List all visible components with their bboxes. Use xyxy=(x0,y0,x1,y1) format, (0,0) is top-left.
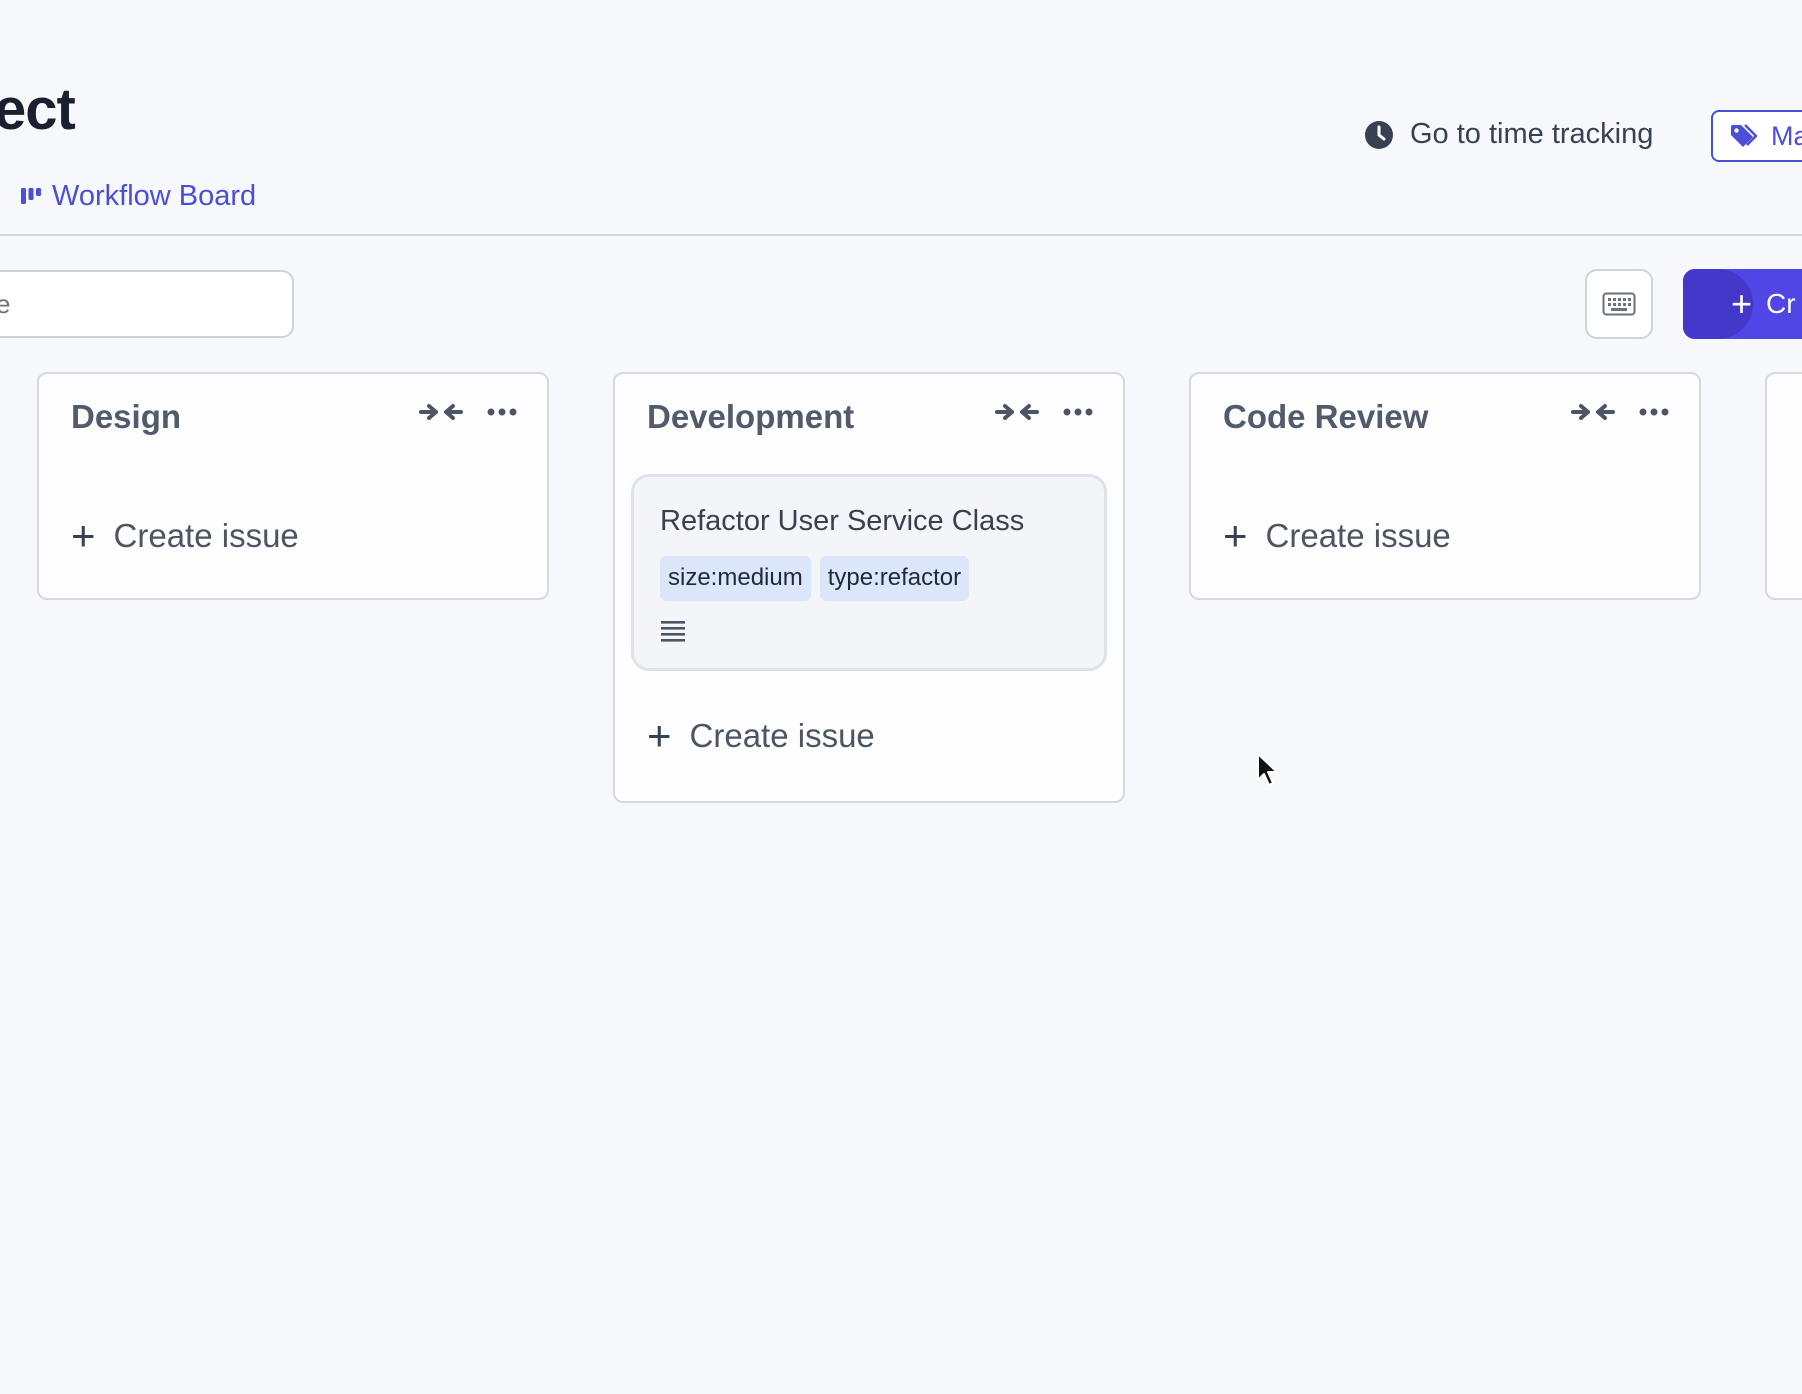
plus-icon: + xyxy=(1731,283,1753,324)
tag-badge: size:medium xyxy=(660,556,811,601)
create-button-label: Cr xyxy=(1766,288,1796,319)
board-column-partial xyxy=(1765,372,1802,600)
clock-icon xyxy=(1365,120,1393,149)
plus-icon: + xyxy=(1223,512,1248,559)
issue-tags: size:medium type:refactor xyxy=(660,556,1104,601)
column-title: Design xyxy=(71,398,182,435)
plus-icon: + xyxy=(647,711,672,759)
board-column-development: Development Refactor User Service Class … xyxy=(613,372,1125,803)
column-actions xyxy=(1571,402,1669,422)
labels-button[interactable]: Ma xyxy=(1711,110,1802,162)
collapse-column-icon[interactable] xyxy=(1571,402,1615,422)
mouse-cursor-icon xyxy=(1257,753,1278,786)
header-divider xyxy=(0,234,1802,236)
create-issue-button[interactable]: + Cr xyxy=(1683,269,1802,339)
more-options-icon[interactable] xyxy=(487,407,517,417)
column-header: Development xyxy=(615,374,1123,474)
keyboard-shortcuts-button[interactable] xyxy=(1585,269,1653,339)
issue-card[interactable]: Refactor User Service Class size:medium … xyxy=(631,474,1107,671)
keyboard-icon xyxy=(1602,292,1636,316)
labels-button-label: Ma xyxy=(1771,120,1802,151)
description-icon xyxy=(660,619,1104,650)
more-options-icon[interactable] xyxy=(1639,407,1669,417)
board-icon xyxy=(21,187,41,204)
tag-icon xyxy=(1731,124,1757,147)
search-input[interactable] xyxy=(0,270,294,338)
time-tracking-link[interactable]: Go to time tracking xyxy=(1364,118,1653,151)
plus-icon: + xyxy=(71,512,96,559)
column-header: Code Review xyxy=(1191,374,1699,474)
time-tracking-label: Go to time tracking xyxy=(1410,118,1654,150)
create-issue-link[interactable]: + Create issue xyxy=(1191,474,1699,598)
column-title: Code Review xyxy=(1223,398,1429,435)
board-column-design: Design + Create issue xyxy=(37,372,549,600)
create-issue-link[interactable]: + Create issue xyxy=(39,474,547,598)
workflow-board-page: ect Workflow Board Go to time tracking M… xyxy=(0,0,1802,1394)
tag-badge: type:refactor xyxy=(819,556,970,601)
collapse-column-icon[interactable] xyxy=(995,402,1039,422)
column-actions xyxy=(419,402,517,422)
create-issue-link[interactable]: + Create issue xyxy=(615,671,1123,801)
column-title: Development xyxy=(647,398,855,435)
create-issue-label: Create issue xyxy=(1265,517,1451,554)
issue-title: Refactor User Service Class xyxy=(660,505,1025,537)
create-issue-label: Create issue xyxy=(689,716,875,754)
workflow-board-label: Workflow Board xyxy=(52,180,257,212)
board-column-code-review: Code Review + Create issue xyxy=(1189,372,1701,600)
page-title: ect xyxy=(0,77,76,142)
more-options-icon[interactable] xyxy=(1063,407,1093,417)
collapse-column-icon[interactable] xyxy=(419,402,463,422)
workflow-board-link[interactable]: Workflow Board xyxy=(20,180,256,213)
create-issue-label: Create issue xyxy=(113,517,299,554)
column-actions xyxy=(995,402,1093,422)
column-header: Design xyxy=(39,374,547,474)
